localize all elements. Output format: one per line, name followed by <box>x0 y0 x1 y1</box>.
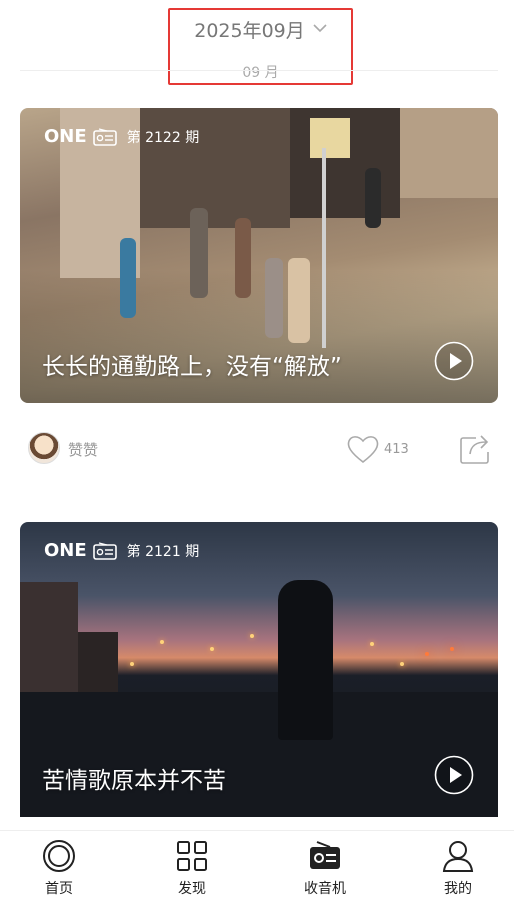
chevron-down-icon <box>313 16 327 38</box>
tab-radio[interactable]: 收音机 <box>275 839 375 899</box>
author-name[interactable]: 赞赞 <box>68 439 98 460</box>
tab-discover[interactable]: 发现 <box>142 839 242 899</box>
month-subtitle: 09 月 <box>242 65 279 81</box>
play-icon[interactable] <box>434 341 474 381</box>
card-meta-row: 赞赞 413 <box>0 428 514 472</box>
radio-icon <box>92 541 117 560</box>
tab-home[interactable]: 首页 <box>9 839 109 899</box>
month-title[interactable]: 2025年09月 <box>170 16 351 43</box>
logo-text: ONE <box>44 540 87 561</box>
card-title[interactable]: 苦情歌原本并不苦 <box>42 761 226 795</box>
tab-label: 我的 <box>444 881 472 897</box>
month-title-text: 2025年09月 <box>194 20 305 42</box>
user-icon <box>442 841 474 872</box>
article-card[interactable]: ONE 第 2122 期 长长的通勤路上，没有“解放” <box>20 108 498 403</box>
radio-icon <box>92 127 117 146</box>
logo-text: ONE <box>44 126 87 147</box>
article-card[interactable]: ONE 第 2121 期 苦情歌原本并不苦 <box>20 522 498 817</box>
avatar[interactable] <box>28 432 60 464</box>
radio-icon <box>310 841 340 869</box>
header-divider <box>20 70 498 71</box>
card-title[interactable]: 长长的通勤路上，没有“解放” <box>42 347 342 381</box>
tab-label: 收音机 <box>304 881 346 897</box>
tab-me[interactable]: 我的 <box>408 839 508 899</box>
one-logo: ONE 第 2121 期 <box>44 540 199 561</box>
share-icon[interactable] <box>458 432 492 466</box>
tab-label: 发现 <box>178 881 206 897</box>
home-icon <box>43 840 75 872</box>
like-count: 413 <box>384 442 409 457</box>
one-logo: ONE 第 2122 期 <box>44 126 199 147</box>
play-icon[interactable] <box>434 755 474 795</box>
bottom-tab-bar: 首页 发现 收音机 我的 <box>0 830 514 900</box>
issue-number: 第 2122 期 <box>126 129 200 146</box>
issue-number: 第 2121 期 <box>126 543 200 560</box>
month-picker[interactable]: 2025年09月 09 月 <box>168 8 353 85</box>
header: 2025年09月 09 月 <box>0 0 514 90</box>
heart-icon[interactable] <box>346 434 380 464</box>
grid-icon <box>177 841 207 871</box>
tab-label: 首页 <box>45 881 73 897</box>
